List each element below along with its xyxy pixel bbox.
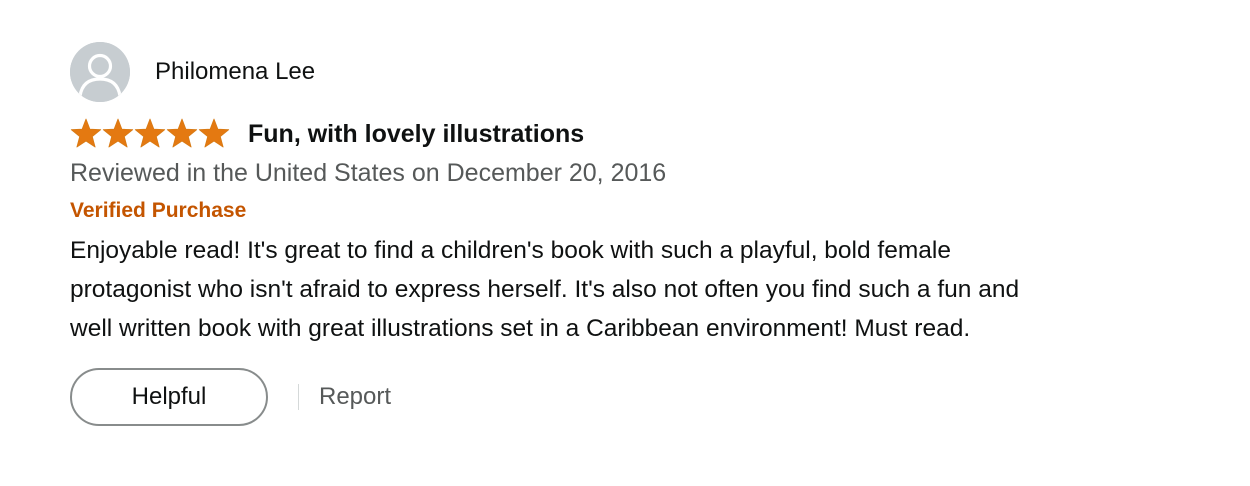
review-body: Enjoyable read! It's great to find a chi… xyxy=(70,231,1205,348)
customer-review: Philomena Lee Fun, with lovely illustrat… xyxy=(70,42,1220,426)
star-icon xyxy=(166,118,198,148)
star-icon xyxy=(198,118,230,148)
review-header: Fun, with lovely illustrations xyxy=(70,117,1220,151)
star-icon xyxy=(70,118,102,148)
default-user-avatar-icon xyxy=(70,42,130,102)
star-icon xyxy=(102,118,134,148)
reviewer-profile[interactable]: Philomena Lee xyxy=(70,42,1220,102)
review-body-line: Enjoyable read! It's great to find a chi… xyxy=(70,237,951,264)
star-icon xyxy=(134,118,166,148)
helpful-button[interactable]: Helpful xyxy=(70,368,268,426)
star-rating[interactable] xyxy=(70,118,230,150)
action-divider xyxy=(298,384,299,410)
avatar[interactable] xyxy=(70,42,130,102)
report-link[interactable]: Report xyxy=(319,382,391,412)
review-title[interactable]: Fun, with lovely illustrations xyxy=(248,117,584,151)
reviewer-name[interactable]: Philomena Lee xyxy=(155,57,315,87)
review-actions: Helpful Report xyxy=(70,368,1220,426)
review-body-line: protagonist who isn't afraid to express … xyxy=(70,276,1020,303)
review-body-line: well written book with great illustratio… xyxy=(70,315,971,342)
verified-purchase-badge[interactable]: Verified Purchase xyxy=(70,197,1220,225)
review-date: Reviewed in the United States on Decembe… xyxy=(70,159,667,187)
